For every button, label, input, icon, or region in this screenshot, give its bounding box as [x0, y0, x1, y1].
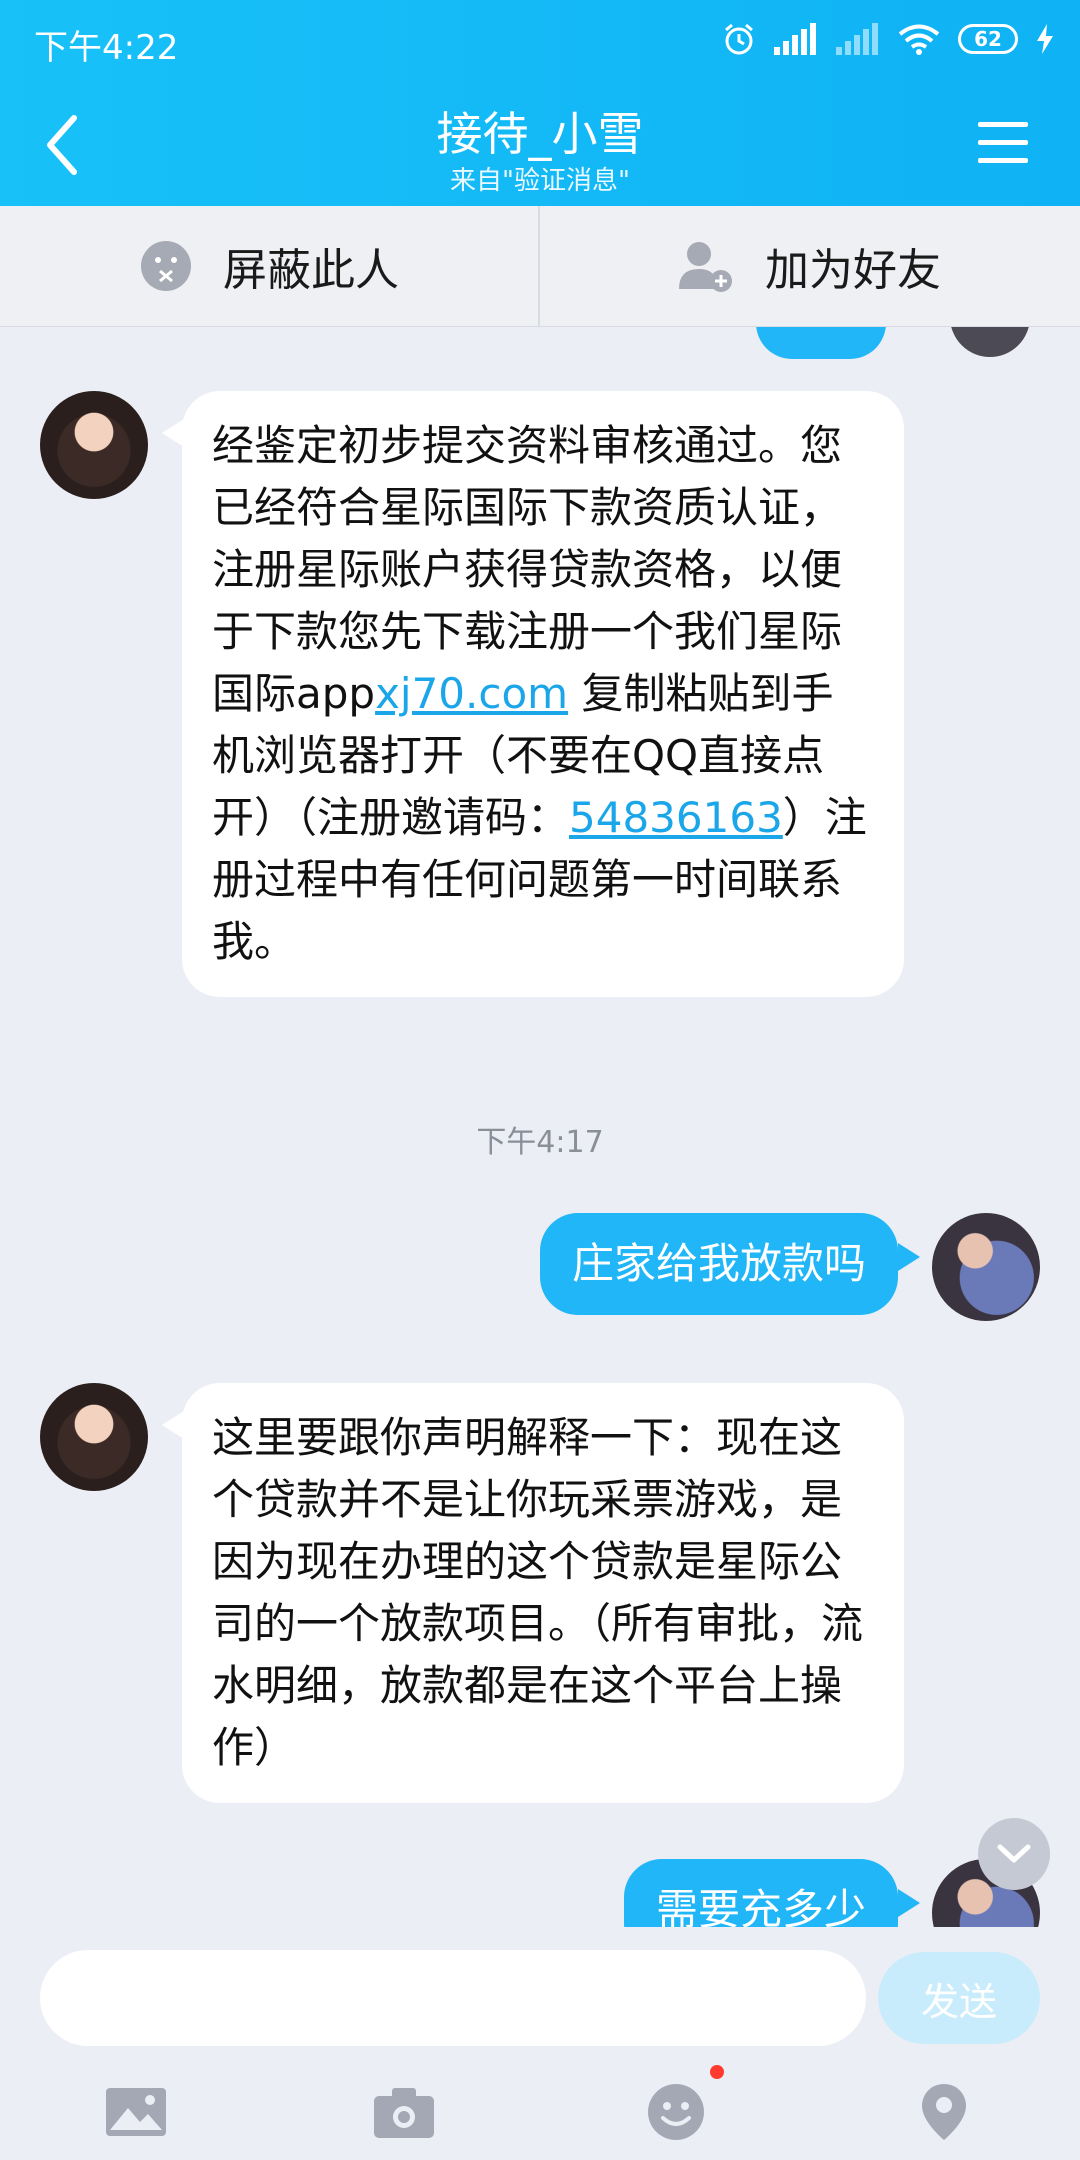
camera-button[interactable]: [368, 2076, 440, 2148]
previous-avatar: [950, 327, 1030, 357]
photo-button[interactable]: [100, 2076, 172, 2148]
location-pin-icon: [922, 2084, 966, 2140]
message-input[interactable]: [40, 1950, 866, 2046]
message-link[interactable]: xj70.com: [375, 669, 568, 718]
message-text: 这里要跟你声明解释一下：现在这个贷款并不是让你玩采票游戏，是因为现在办理的这个贷…: [212, 1413, 864, 1772]
menu-button[interactable]: [978, 118, 1028, 168]
contact-action-bar: 屏蔽此人 加为好友: [0, 206, 1080, 327]
emoji-button[interactable]: [640, 2076, 712, 2148]
location-button[interactable]: [908, 2076, 980, 2148]
send-button[interactable]: 发送: [878, 1952, 1040, 2044]
signal-weak-icon: [836, 23, 878, 55]
message-text: 需要充多少: [655, 1885, 866, 1927]
add-friend-button[interactable]: 加为好友: [540, 206, 1078, 326]
smiley-icon: [648, 2084, 704, 2140]
scroll-to-bottom-button[interactable]: [978, 1818, 1050, 1890]
message-timestamp: 下午4:17: [476, 1125, 604, 1160]
bubble-tail: [162, 419, 184, 447]
my-avatar[interactable]: [932, 1213, 1040, 1321]
camera-icon: [374, 2088, 434, 2138]
bubble-tail: [162, 1411, 184, 1439]
bubble-tail: [898, 1243, 920, 1271]
message-text: 庄家给我放款吗: [571, 1239, 866, 1288]
image-icon: [106, 2088, 166, 2136]
add-friend-label: 加为好友: [765, 245, 941, 296]
chat-title: 接待_小雪: [436, 107, 644, 161]
contact-avatar[interactable]: [40, 1383, 148, 1491]
invite-code-link[interactable]: 54836163: [569, 793, 783, 842]
chevron-down-icon: [997, 1844, 1031, 1863]
notification-dot: [710, 2065, 724, 2079]
message-bubble-incoming[interactable]: 这里要跟你声明解释一下：现在这个贷款并不是让你玩采票游戏，是因为现在办理的这个贷…: [182, 1383, 904, 1803]
status-icons: 62: [722, 18, 1054, 60]
add-friend-icon: [679, 242, 732, 292]
previous-message-bubble: [756, 327, 886, 359]
block-face-icon: [141, 241, 191, 291]
chat-message-list[interactable]: 经鉴定初步提交资料审核通过。您已经符合星际国际下款资质认证，注册星际账户获得贷款…: [0, 327, 1080, 1927]
contact-avatar[interactable]: [40, 391, 148, 499]
block-user-button[interactable]: 屏蔽此人: [0, 206, 538, 326]
charging-icon: [1037, 24, 1053, 54]
block-user-label: 屏蔽此人: [223, 245, 399, 296]
status-time: 下午4:22: [34, 28, 179, 68]
alarm-icon: [725, 23, 753, 55]
header: 下午4:22 62 接待_小雪 来自"验证消息": [0, 0, 1080, 206]
message-bubble-incoming[interactable]: 经鉴定初步提交资料审核通过。您已经符合星际国际下款资质认证，注册星际账户获得贷款…: [182, 391, 904, 997]
wifi-icon: [898, 24, 940, 55]
composer-area: 发送: [0, 1928, 1080, 2160]
battery-level: 62: [974, 27, 1002, 51]
message-bubble-outgoing[interactable]: 需要充多少: [623, 1859, 898, 1927]
chat-subtitle: 来自"验证消息": [450, 166, 630, 196]
message-bubble-outgoing[interactable]: 庄家给我放款吗: [539, 1213, 898, 1315]
bubble-tail: [898, 1889, 920, 1917]
signal-icon: [774, 23, 816, 55]
battery-indicator: 62: [958, 24, 1018, 54]
